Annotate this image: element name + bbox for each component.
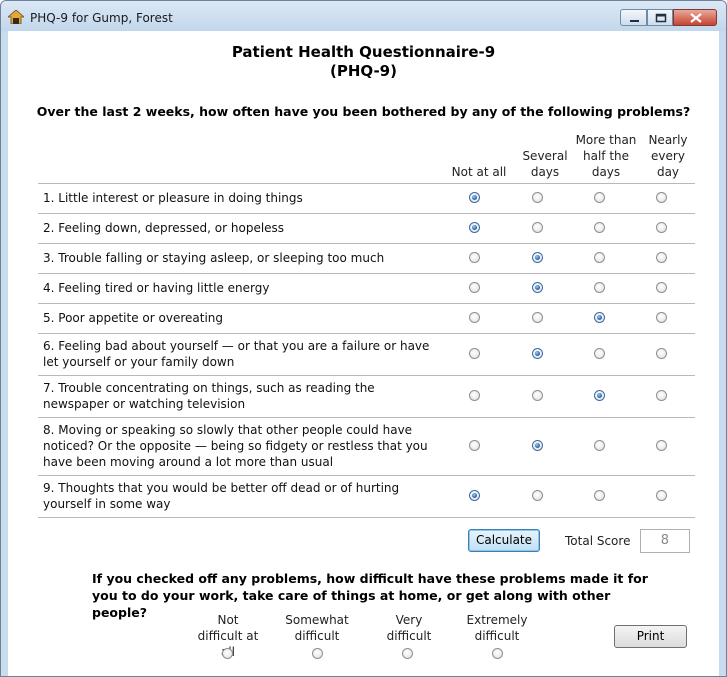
question-text-thoughts-of-harm: 9. Thoughts that you would be better off… [43, 481, 400, 511]
answer-radio-feeling-down-2[interactable] [594, 222, 605, 233]
frequency-question: Over the last 2 weeks, how often have yo… [36, 104, 691, 119]
answer-radio-poor-appetite-3[interactable] [656, 312, 667, 323]
row-divider [38, 375, 695, 376]
app-icon [8, 10, 24, 24]
minimize-icon [630, 20, 639, 22]
question-text-feeling-down: 2. Feeling down, depressed, or hopeless [43, 221, 285, 235]
difficulty-radio-very[interactable] [402, 648, 413, 659]
column-header-several-days: Several days [522, 149, 568, 179]
answer-radio-poor-appetite-0[interactable] [469, 312, 480, 323]
answer-radio-little-interest-2[interactable] [594, 192, 605, 203]
maximize-icon [655, 13, 667, 23]
difficulty-radio-not-difficult[interactable] [222, 648, 233, 659]
maximize-button[interactable] [647, 9, 673, 26]
row-divider [38, 243, 695, 244]
print-button[interactable]: Print [614, 625, 687, 648]
answer-radio-feeling-down-0[interactable] [469, 222, 480, 233]
answer-radio-trouble-sleeping-0[interactable] [469, 252, 480, 263]
close-button[interactable] [673, 9, 717, 26]
answer-radio-moving-slowly-1[interactable] [532, 440, 543, 451]
column-header-not-at-all: Not at all [451, 165, 507, 179]
answer-radio-trouble-sleeping-1[interactable] [532, 252, 543, 263]
answer-radio-trouble-sleeping-3[interactable] [656, 252, 667, 263]
answer-radio-feeling-tired-1[interactable] [532, 282, 543, 293]
answer-radio-thoughts-of-harm-3[interactable] [656, 490, 667, 501]
table-divider [38, 183, 695, 184]
answer-radio-feeling-bad-0[interactable] [469, 348, 480, 359]
form-title: Patient Health Questionnaire-9 [231, 43, 496, 61]
row-divider [38, 517, 695, 518]
row-divider [38, 213, 695, 214]
answer-radio-moving-slowly-0[interactable] [469, 440, 480, 451]
difficulty-label-somewhat: Somewhat difficult [285, 613, 349, 643]
answer-radio-poor-appetite-2[interactable] [594, 312, 605, 323]
answer-radio-moving-slowly-2[interactable] [594, 440, 605, 451]
row-divider [38, 417, 695, 418]
answer-radio-trouble-concentrating-0[interactable] [469, 390, 480, 401]
question-text-feeling-bad: 6. Feeling bad about yourself — or that … [43, 339, 430, 369]
answer-radio-little-interest-1[interactable] [532, 192, 543, 203]
answer-radio-trouble-concentrating-3[interactable] [656, 390, 667, 401]
difficulty-radio-somewhat[interactable] [312, 648, 323, 659]
answer-radio-feeling-tired-0[interactable] [469, 282, 480, 293]
total-score-field[interactable]: 8 [640, 529, 690, 553]
row-divider [38, 273, 695, 274]
window-title: PHQ-9 for Gump, Forest [30, 11, 173, 25]
calculate-button[interactable]: Calculate [468, 529, 540, 552]
answer-radio-feeling-tired-3[interactable] [656, 282, 667, 293]
difficulty-radio-extremely[interactable] [492, 648, 503, 659]
answer-radio-poor-appetite-1[interactable] [532, 312, 543, 323]
question-text-little-interest: 1. Little interest or pleasure in doing … [43, 191, 303, 205]
difficulty-label-extremely: Extremely difficult [466, 613, 528, 643]
title-bar[interactable]: PHQ-9 for Gump, Forest [1, 1, 726, 31]
question-text-moving-slowly: 8. Moving or speaking so slowly that oth… [43, 423, 428, 469]
question-text-poor-appetite: 5. Poor appetite or overeating [43, 311, 223, 325]
answer-radio-thoughts-of-harm-0[interactable] [469, 490, 480, 501]
form-subtitle: (PHQ-9) [330, 62, 397, 80]
answer-radio-thoughts-of-harm-1[interactable] [532, 490, 543, 501]
form-body: Patient Health Questionnaire-9 (PHQ-9) O… [8, 31, 719, 676]
total-score-label: Total Score [565, 534, 631, 548]
answer-radio-trouble-concentrating-1[interactable] [532, 390, 543, 401]
question-text-feeling-tired: 4. Feeling tired or having little energy [43, 281, 270, 295]
answer-radio-moving-slowly-3[interactable] [656, 440, 667, 451]
difficulty-label-very: Very difficult [386, 613, 432, 643]
question-text-trouble-sleeping: 3. Trouble falling or staying asleep, or… [43, 251, 385, 265]
phq9-window: PHQ-9 for Gump, Forest Patient Health Qu… [0, 0, 727, 677]
answer-radio-feeling-tired-2[interactable] [594, 282, 605, 293]
answer-radio-thoughts-of-harm-2[interactable] [594, 490, 605, 501]
answer-radio-feeling-bad-2[interactable] [594, 348, 605, 359]
answer-radio-feeling-bad-3[interactable] [656, 348, 667, 359]
row-divider [38, 475, 695, 476]
row-divider [38, 303, 695, 304]
question-text-trouble-concentrating: 7. Trouble concentrating on things, such… [43, 381, 375, 411]
answer-radio-feeling-down-1[interactable] [532, 222, 543, 233]
column-header-nearly-every-day: Nearly every day [648, 133, 688, 179]
difficulty-question: If you checked off any problems, how dif… [92, 571, 648, 620]
minimize-button[interactable] [620, 9, 647, 26]
answer-radio-feeling-bad-1[interactable] [532, 348, 543, 359]
close-icon [690, 13, 702, 23]
column-header-more-than-half: More than half the days [575, 133, 637, 179]
answer-radio-trouble-sleeping-2[interactable] [594, 252, 605, 263]
answer-radio-little-interest-0[interactable] [469, 192, 480, 203]
answer-radio-trouble-concentrating-2[interactable] [594, 390, 605, 401]
answer-radio-feeling-down-3[interactable] [656, 222, 667, 233]
answer-radio-little-interest-3[interactable] [656, 192, 667, 203]
row-divider [38, 333, 695, 334]
